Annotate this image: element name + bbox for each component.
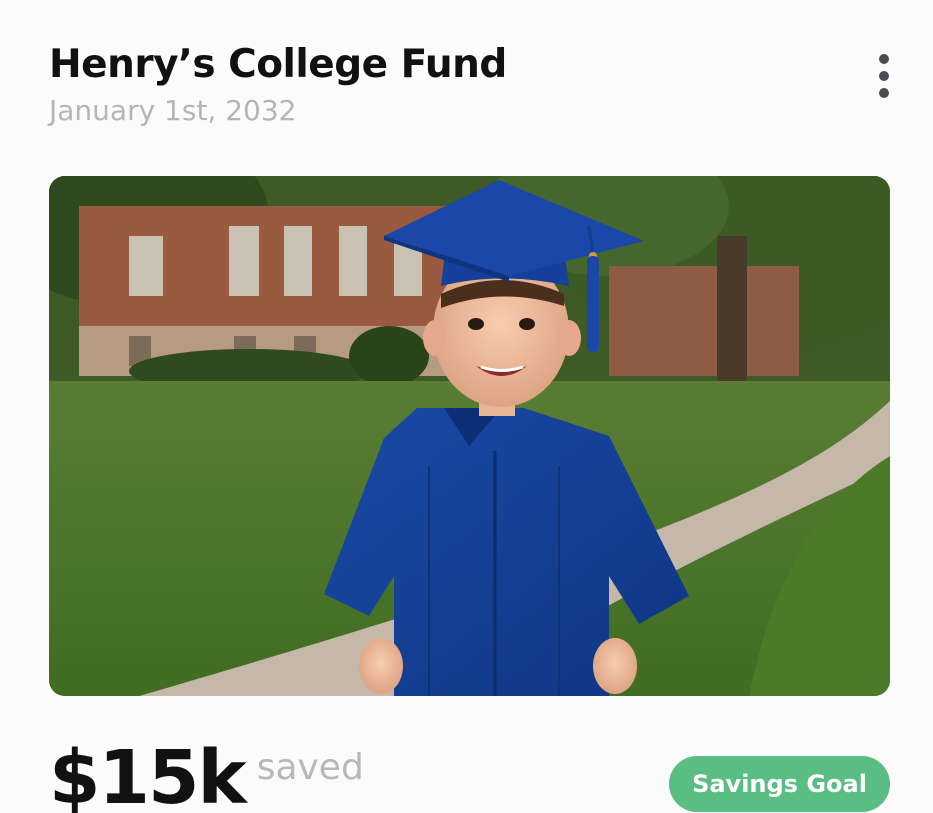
- savings-goal-badge[interactable]: Savings Goal: [669, 756, 890, 812]
- fund-photo: [49, 176, 890, 696]
- more-options-button[interactable]: [862, 48, 906, 106]
- saved-amount-row: $15k saved: [49, 738, 364, 813]
- more-vertical-icon: [879, 54, 889, 64]
- more-vertical-icon-dot: [879, 71, 889, 81]
- saved-amount: $15k: [49, 735, 247, 813]
- fund-card: Henry’s College Fund January 1st, 2032 $…: [0, 0, 933, 813]
- fund-target-date: January 1st, 2032: [49, 94, 297, 127]
- fund-title: Henry’s College Fund: [49, 42, 507, 87]
- more-vertical-icon-dot: [879, 88, 889, 98]
- saved-label: saved: [256, 747, 364, 788]
